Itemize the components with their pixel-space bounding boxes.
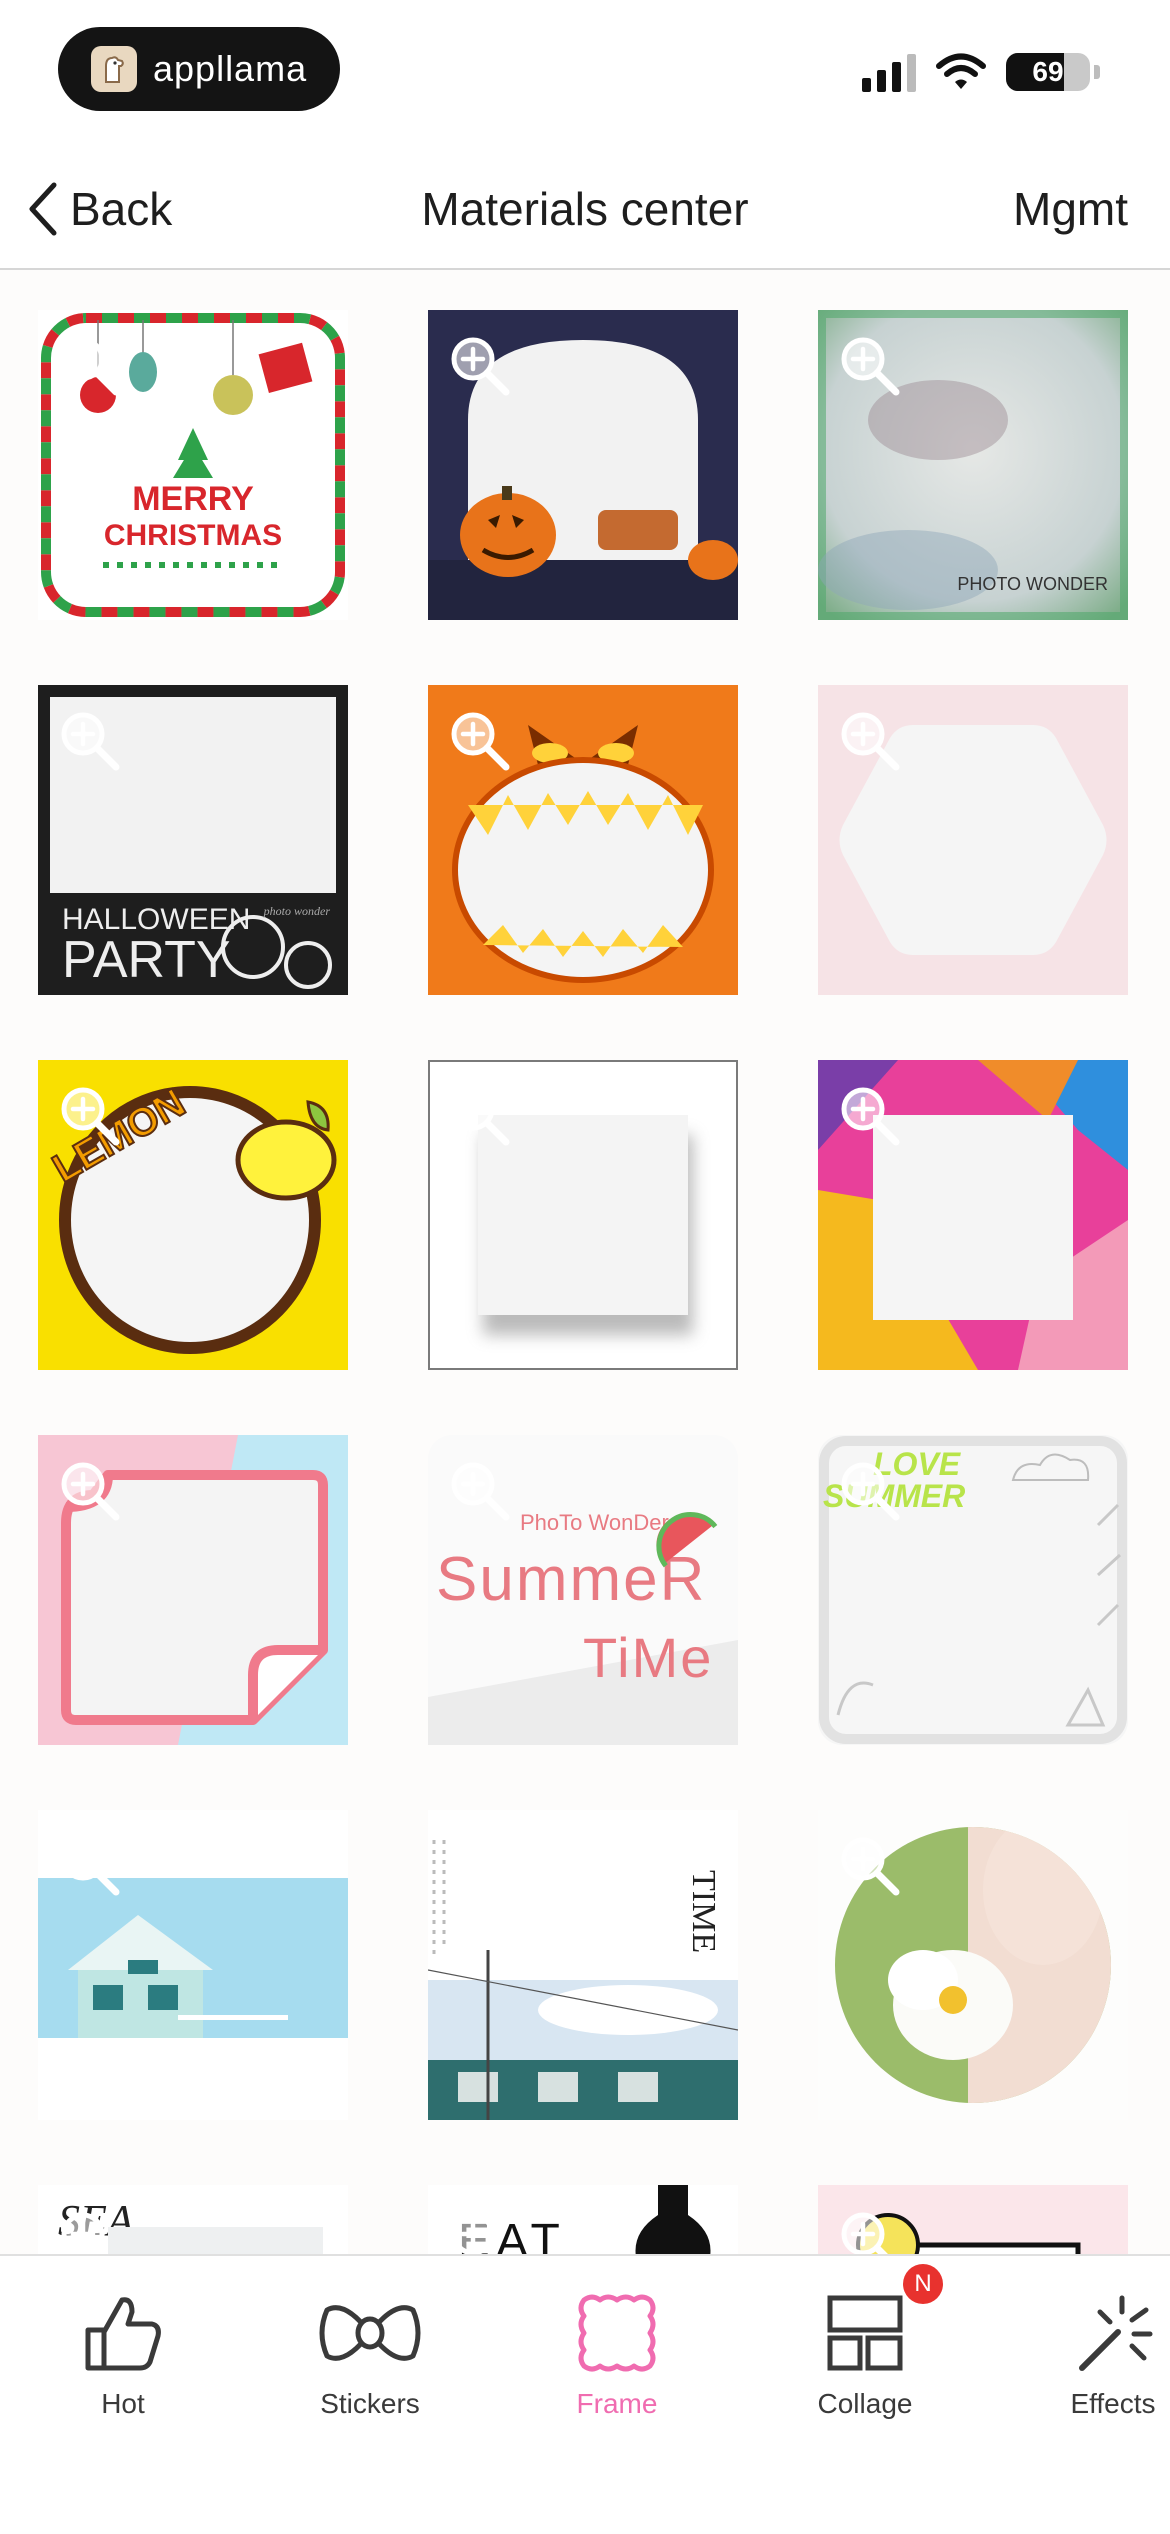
cellular-signal-icon [862,52,916,92]
photo-wonder-small-text: photo wonder [263,904,331,918]
zoom-in-icon[interactable] [838,709,900,771]
zoom-in-icon[interactable] [448,334,510,396]
frame-icon [578,2294,656,2372]
christmas-text: CHRISTMAS [104,519,282,552]
brand-label: appllama [153,48,308,89]
time-script-text: TiMe [583,1626,713,1689]
frames-grid: MERRY CHRISTMAS PHOTO WONDER HALLOWEEN P… [0,270,1170,2255]
zoom-in-icon[interactable] [58,1459,120,1521]
zoom-in-icon[interactable] [58,1834,120,1896]
frame-tile-halloween-night[interactable] [428,310,738,620]
zoom-in-icon[interactable] [58,709,120,771]
tab-frame[interactable]: Frame [517,2256,717,2456]
merry-text: MERRY [132,480,254,518]
frame-tile-shadow-card[interactable] [428,1060,738,1370]
bottom-tab-bar: Hot Stickers Frame Collage N Effects [0,2254,1170,2534]
collage-icon [827,2295,903,2371]
zoom-in-icon[interactable] [838,1084,900,1146]
frame-tile-circle-flower[interactable] [818,1810,1128,2120]
tab-collage-label: Collage [817,2388,913,2419]
frame-tile-pink-cartoon[interactable] [818,2185,1128,2255]
frame-tile-sea[interactable]: SEA [38,2185,348,2255]
frame-tile-pumpkin-mouth[interactable] [428,685,738,995]
tab-effects[interactable]: Effects [1013,2256,1170,2456]
zoom-in-icon[interactable] [838,1459,900,1521]
status-bar: appllama 69 [0,0,1170,150]
battery-level: 69 [1032,56,1064,87]
battery-icon: 69 [1006,53,1090,91]
tab-collage[interactable]: Collage N [765,2256,965,2456]
zoom-in-icon[interactable] [58,2209,120,2255]
party-text: PARTY [62,931,231,989]
magic-wand-icon [1079,2295,1153,2371]
zoom-in-icon[interactable] [58,334,120,396]
wifi-icon [936,53,986,89]
llama-logo-icon [91,46,137,92]
frame-tile-summer-time[interactable]: PhoTo WonDer SummeR TiMe [428,1435,738,1745]
tab-stickers-label: Stickers [320,2388,420,2419]
zoom-in-icon[interactable] [838,334,900,396]
frame-tile-love-summer[interactable]: LOVE SUMMER [818,1435,1128,1745]
frame-tile-pink-hexagon[interactable] [818,685,1128,995]
pw-script-text: PhoTo WonDer [520,1510,669,1535]
frame-tile-time-train[interactable]: TIME [428,1810,738,2120]
tab-effects-label: Effects [1070,2388,1156,2419]
page-title: Materials center [421,183,749,235]
zoom-in-icon[interactable] [838,1834,900,1896]
frame-tile-beach-house[interactable] [38,1810,348,2120]
tab-frame-label: Frame [576,2388,658,2419]
thumbs-up-icon [85,2297,161,2371]
app-pill: appllama [58,27,340,111]
tab-hot[interactable]: Hot [23,2256,223,2456]
frame-tile-photo-wonder-green[interactable]: PHOTO WONDER [818,310,1128,620]
tab-stickers[interactable]: Stickers [270,2256,470,2456]
zoom-in-icon[interactable] [448,1084,510,1146]
zoom-in-icon[interactable] [448,709,510,771]
frame-tile-pink-note[interactable] [38,1435,348,1745]
zoom-in-icon[interactable] [838,2209,900,2255]
zoom-in-icon[interactable] [448,1834,510,1896]
navigation-bar: Back Materials center Mgmt [0,150,1170,270]
frame-tile-eat[interactable]: EAT [428,2185,738,2255]
frame-tile-christmas[interactable]: MERRY CHRISTMAS [38,310,348,620]
frame-tile-halloween-party[interactable]: HALLOWEEN PARTY photo wonder [38,685,348,995]
frame-tile-lemon[interactable]: LEMON [38,1060,348,1370]
tab-hot-label: Hot [101,2388,145,2419]
time-caps-text: TIME [685,1870,722,1953]
new-badge: N [903,2264,943,2304]
zoom-in-icon[interactable] [58,1084,120,1146]
photo-wonder-text: PHOTO WONDER [957,574,1108,594]
zoom-in-icon[interactable] [448,2209,510,2255]
bow-icon [319,2305,421,2361]
zoom-in-icon[interactable] [448,1459,510,1521]
frame-tile-colorful-geometric[interactable] [818,1060,1128,1370]
manage-button[interactable]: Mgmt [1013,150,1128,268]
